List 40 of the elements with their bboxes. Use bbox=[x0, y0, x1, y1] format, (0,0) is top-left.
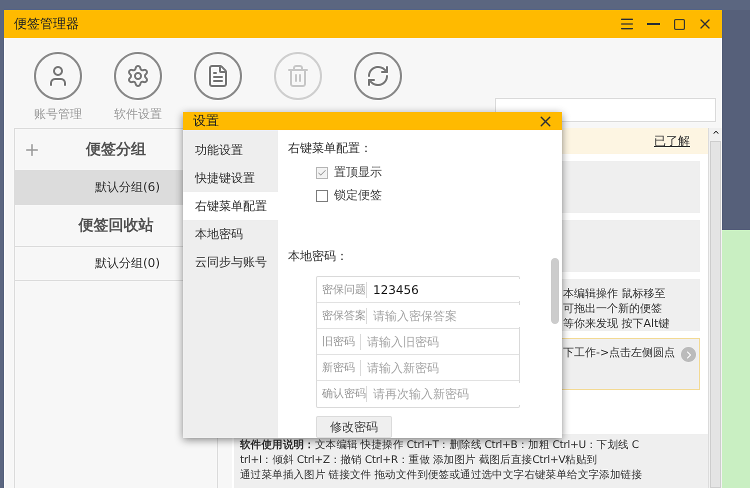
field-label: 确认密码 bbox=[317, 386, 367, 402]
field-label: 旧密码 bbox=[317, 334, 361, 350]
note-icon bbox=[206, 64, 230, 88]
dismiss-link[interactable]: 已了解 bbox=[654, 132, 690, 150]
note-text: 等你来发现 按下Alt键 bbox=[563, 316, 670, 331]
nav-item[interactable]: 右键菜单配置 bbox=[183, 192, 278, 220]
maximize-icon bbox=[672, 18, 686, 30]
checkbox[interactable] bbox=[316, 190, 328, 202]
dialog-title: 设置 bbox=[193, 113, 220, 130]
refresh-icon bbox=[366, 64, 390, 88]
field-label: 新密码 bbox=[317, 360, 361, 376]
field-label: 密保问题 bbox=[317, 282, 367, 298]
instruction-text: 软件使用说明：文本编辑 快捷操作 Ctrl+T：删除线 Ctrl+B：加粗 Ctrl+U：下划线 C bbox=[240, 438, 639, 453]
instruction-text: 通过菜单插入图片 链接文件 拖动文件到便签或通过选中文字右键菜单给文字添加链接 bbox=[240, 468, 642, 483]
group-heading: 便签分组 bbox=[86, 140, 146, 159]
minimize-icon bbox=[646, 23, 660, 25]
checkbox-label: 置顶显示 bbox=[334, 164, 382, 181]
add-group-button[interactable] bbox=[23, 141, 41, 159]
scrollbar[interactable] bbox=[708, 128, 722, 488]
section-heading: 右键菜单配置： bbox=[288, 140, 373, 157]
menu-icon bbox=[619, 16, 635, 32]
scroll-up-icon[interactable] bbox=[710, 128, 720, 137]
trash-icon bbox=[286, 64, 310, 88]
section-heading: 本地密码： bbox=[288, 248, 349, 265]
gear-icon bbox=[126, 64, 150, 88]
checkbox-label: 锁定便签 bbox=[334, 187, 382, 204]
note-text: 本编辑操作 鼠标移至 bbox=[563, 286, 666, 301]
field-label: 密保答案 bbox=[317, 308, 367, 324]
change-password-button[interactable]: 修改密码 bbox=[316, 416, 392, 438]
instruction-text: trl+I：倾斜 Ctrl+Z：撤销 Ctrl+R：重做 添加图片 截图后直接Ctrl+V粘贴到 bbox=[240, 453, 598, 468]
check-icon bbox=[317, 168, 327, 178]
note-text: 下工作->点击左侧圆点 bbox=[563, 345, 676, 360]
nav-item[interactable]: 本地密码 bbox=[183, 220, 278, 248]
plus-icon bbox=[23, 141, 41, 159]
window-title: 便签管理器 bbox=[14, 16, 80, 33]
note-text: 可拖出一个新的便签 bbox=[563, 301, 662, 316]
scrollbar-thumb[interactable] bbox=[551, 258, 559, 324]
nav-item[interactable]: 功能设置 bbox=[183, 136, 278, 164]
checkbox[interactable] bbox=[316, 166, 328, 178]
group-heading: 便签回收站 bbox=[78, 216, 154, 235]
